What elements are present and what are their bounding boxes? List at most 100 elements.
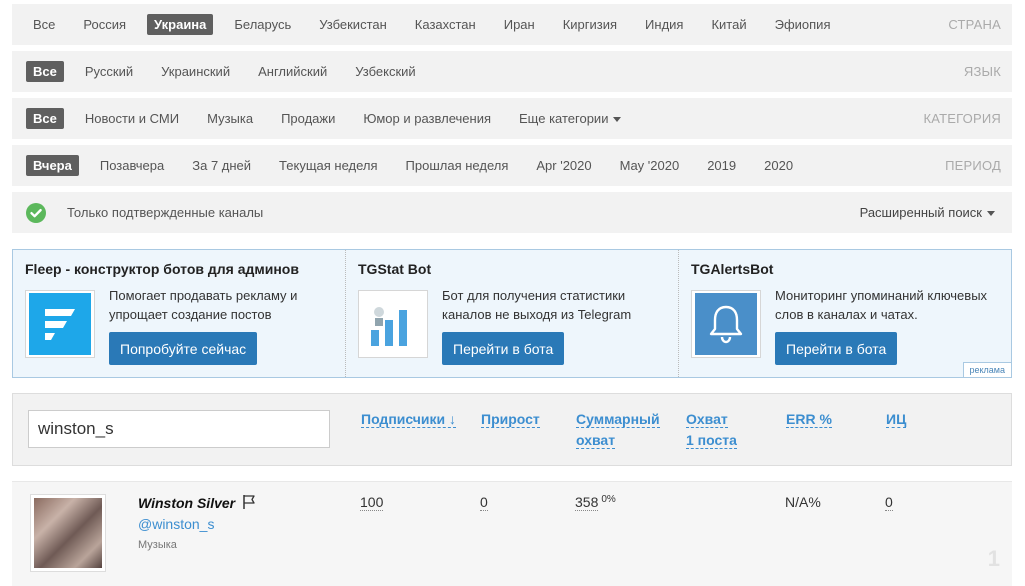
search-input[interactable] [28,410,330,448]
category-filter-item[interactable]: Юмор и развлечения [356,108,498,129]
category-filter-item[interactable]: Новости и СМИ [78,108,186,129]
chevron-down-icon [987,211,995,217]
ad-title[interactable]: TGAlertsBot [691,261,999,277]
ad-tgstat-bot: TGStat Bot Бот для получения статистики … [345,250,678,377]
ad-description: Помогает продавать рекламу и упрощает со… [109,288,298,322]
country-filter-item[interactable]: Россия [76,14,133,35]
ad-title[interactable]: Fleep - конструктор ботов для админов [25,261,333,277]
chevron-down-icon [613,117,622,123]
country-filter-item[interactable]: Украина [147,14,214,35]
growth-header: Прирост [481,411,540,428]
err-header: ERR % [786,411,832,428]
verified-check-icon[interactable] [26,202,46,223]
period-filter-item[interactable]: 2020 [757,155,800,176]
err-value: N/A% [785,494,821,510]
channel-category: Музыка [138,539,177,551]
country-filter-item[interactable]: Китай [704,14,753,35]
more-categories-dropdown[interactable]: Еще категории [512,108,628,129]
try-now-button[interactable]: Попробуйте сейчас [109,332,258,365]
total-reach-header-line1: Суммарный [576,411,660,428]
sort-ic[interactable]: ИЦ [886,409,907,430]
ads-panel: Fleep - конструктор ботов для админов По… [12,249,1012,378]
language-filter-item[interactable]: Русский [78,61,140,82]
sort-total-reach[interactable]: Суммарный охват [576,409,660,451]
period-filter-item[interactable]: За 7 дней [185,155,258,176]
advanced-search-toggle[interactable]: Расширенный поиск [860,205,995,220]
country-filter-item[interactable]: Эфиопия [768,14,838,35]
category-filter-bar: Все Новости и СМИ Музыка Продажи Юмор и разв… [12,98,1012,139]
ic-header: ИЦ [886,411,907,428]
country-filter-item[interactable]: Иран [497,14,542,35]
flag-icon[interactable] [241,494,257,510]
ad-description: Бот для получения статистики каналов не … [442,288,632,322]
avatar-image [34,498,102,568]
country-filter-item[interactable]: Узбекистан [312,14,394,35]
channel-row[interactable]: Winston Silver @winston_s Музыка 100 0 3… [12,481,1012,586]
growth-value: 0 [480,494,488,511]
period-filter-item[interactable]: Текущая неделя [272,155,384,176]
ad-fleep: Fleep - конструктор ботов для админов По… [13,250,345,377]
country-filter-item[interactable]: Беларусь [227,14,298,35]
language-filter-item[interactable]: Все [26,61,64,82]
period-filter-label: ПЕРИОД [945,158,1001,173]
ad-title[interactable]: TGStat Bot [358,261,666,277]
go-to-bot-button[interactable]: Перейти в бота [442,332,565,365]
category-filter-label: КАТЕГОРИЯ [923,111,1001,126]
channel-avatar[interactable] [30,494,106,572]
period-filter-items: Вчера Позавчера За 7 дней Текущая неделя Про… [12,145,814,186]
country-filter-item[interactable]: Индия [638,14,690,35]
category-filter-item[interactable]: Все [26,108,64,129]
sort-growth[interactable]: Прирост [481,409,540,430]
bell-icon[interactable] [691,290,761,358]
post-reach-header-line1: Охват [686,411,728,428]
language-filter-item[interactable]: Узбекский [348,61,422,82]
verified-only-label[interactable]: Только подтвержденные каналы [67,205,263,220]
ad-description: Мониторинг упоминаний ключевых слов в ка… [775,288,988,322]
total-reach-header-line2: охват [576,432,616,449]
language-filter-items: Все Русский Украинский Английский Узбекский [12,51,437,92]
post-reach-header-line2: 1 поста [686,432,737,449]
verified-filter-bar: Только подтвержденные каналы Расширенный… [12,192,1012,233]
ic-value: 0 [885,494,893,511]
country-filter-bar: Все Россия Украина Беларусь Узбекистан Казахс… [12,4,1012,45]
period-filter-item[interactable]: Прошлая неделя [399,155,516,176]
page-number: 1 [987,546,1000,571]
advanced-search-label: Расширенный поиск [859,205,982,220]
sort-err[interactable]: ERR % [786,409,832,430]
category-filter-item[interactable]: Музыка [200,108,260,129]
language-filter-label: ЯЗЫК [963,64,1001,79]
country-filter-label: СТРАНА [948,17,1001,32]
period-filter-item[interactable]: Apr '2020 [529,155,598,176]
search-panel: Подписчики ↓ Прирост Суммарный охват Охв… [12,393,1012,466]
language-filter-bar: Все Русский Украинский Английский Узбекский … [12,51,1012,92]
country-filter-item[interactable]: Киргизия [556,14,624,35]
language-filter-item[interactable]: Украинский [154,61,237,82]
subscribers-value: 100 [360,494,384,511]
category-filter-items: Все Новости и СМИ Музыка Продажи Юмор и разв… [12,98,642,139]
sort-subscribers[interactable]: Подписчики ↓ [361,409,457,430]
tgstat-bot-icon[interactable] [358,290,428,358]
go-to-bot-button[interactable]: Перейти в бота [775,332,898,365]
channel-name[interactable]: Winston Silver [138,494,257,511]
ad-tgalerts-bot: TGAlertsBot Мониторинг упоминаний ключев… [678,250,1011,377]
total-reach-value: 358 [575,494,599,511]
country-filter-item[interactable]: Все [26,14,62,35]
subscribers-header: Подписчики ↓ [361,411,457,428]
channel-handle[interactable]: @winston_s [138,516,214,532]
period-filter-item[interactable]: Позавчера [93,155,171,176]
language-filter-item[interactable]: Английский [251,61,334,82]
period-filter-item[interactable]: 2019 [700,155,743,176]
country-filter-item[interactable]: Казахстан [408,14,483,35]
ad-label[interactable]: реклама [962,362,1011,377]
fleep-logo-icon[interactable] [25,290,95,358]
total-reach-percent: 0% [601,494,616,505]
country-filter-items: Все Россия Украина Беларусь Узбекистан Казахс… [12,4,851,45]
period-filter-item[interactable]: Вчера [26,155,79,176]
period-filter-bar: Вчера Позавчера За 7 дней Текущая неделя Про… [12,145,1012,186]
more-categories-label: Еще категории [519,111,609,126]
sort-post-reach[interactable]: Охват 1 поста [686,409,737,451]
period-filter-item[interactable]: May '2020 [613,155,687,176]
total-reach-cell: 358 0% [575,494,616,511]
channel-name-text: Winston Silver [138,495,236,511]
category-filter-item[interactable]: Продажи [274,108,342,129]
